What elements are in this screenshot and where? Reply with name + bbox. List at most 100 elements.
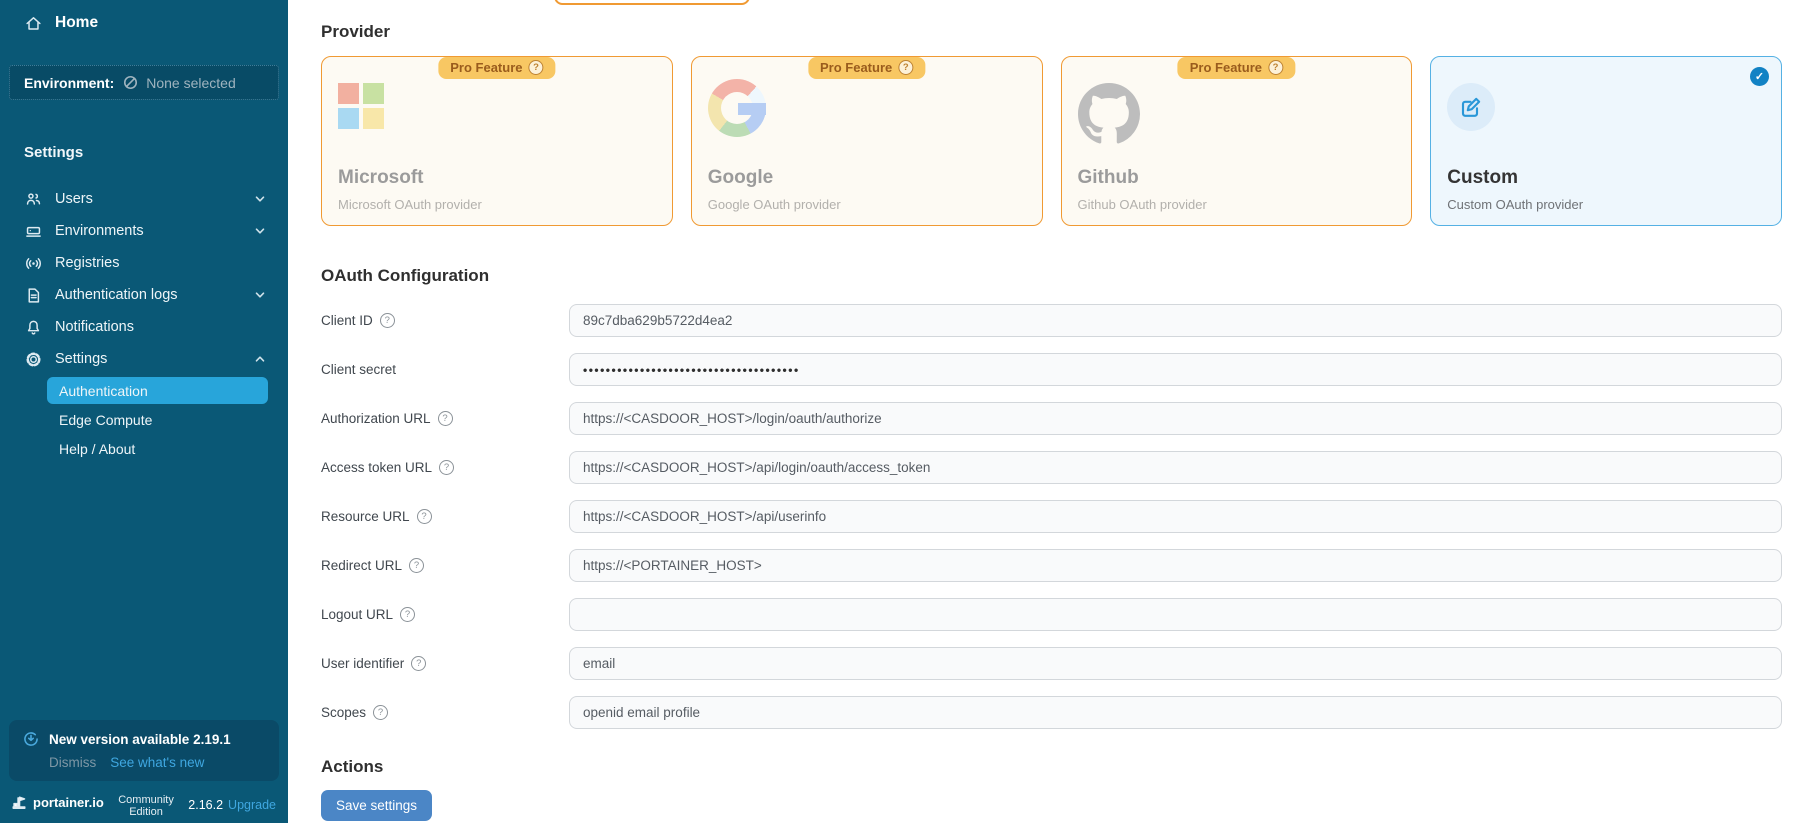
user-identifier-input[interactable] [569, 647, 1782, 680]
sidebar-item-label: Environments [55, 223, 241, 239]
bell-icon [24, 318, 42, 336]
pro-feature-badge: Pro Feature ? [1178, 57, 1295, 79]
sidebar-item-label: Users [55, 191, 241, 207]
help-icon[interactable]: ? [373, 705, 388, 720]
actions-heading: Actions [321, 757, 1782, 777]
sidebar-item-environments[interactable]: Environments [0, 215, 288, 247]
help-icon[interactable]: ? [411, 656, 426, 671]
help-icon[interactable]: ? [380, 313, 395, 328]
environment-value: None selected [146, 75, 236, 91]
form-row-authorization-url: Authorization URL ? [321, 402, 1782, 435]
brand[interactable]: portainer.io [10, 793, 104, 811]
help-icon[interactable]: ? [898, 60, 913, 75]
portainer-logo-icon [10, 793, 28, 811]
form-row-logout-url: Logout URL ? [321, 598, 1782, 631]
field-label: Client ID [321, 313, 373, 328]
client-id-input[interactable] [569, 304, 1782, 337]
help-icon[interactable]: ? [439, 460, 454, 475]
gear-icon [24, 350, 42, 368]
environment-selector[interactable]: Environment: None selected [9, 65, 279, 100]
form-row-access-token-url: Access token URL ? [321, 451, 1782, 484]
sidebar-home-label: Home [55, 14, 98, 32]
sidebar-item-label: Authentication logs [55, 287, 241, 303]
sidebar-item-users[interactable]: Users [0, 183, 288, 215]
sidebar-section-title: Settings [24, 144, 288, 161]
sidebar-item-home[interactable]: Home [0, 0, 288, 32]
custom-provider-icon [1447, 83, 1495, 131]
dismiss-link[interactable]: Dismiss [49, 755, 96, 770]
help-icon[interactable]: ? [400, 607, 415, 622]
form-row-client-secret: Client secret [321, 353, 1782, 386]
form-row-client-id: Client ID ? [321, 304, 1782, 337]
field-label: Resource URL [321, 509, 410, 524]
see-whats-new-link[interactable]: See what's new [110, 755, 204, 770]
provider-card-microsoft[interactable]: Pro Feature ? Microsoft Microsoft OAuth … [321, 56, 673, 226]
brand-label: portainer.io [33, 795, 104, 810]
chevron-up-icon [254, 353, 266, 365]
access-token-url-input[interactable] [569, 451, 1782, 484]
sidebar-item-label: Settings [55, 351, 241, 367]
sidebar-subitem-label: Help / About [59, 441, 135, 457]
provider-description: Google OAuth provider [708, 197, 841, 212]
document-icon [24, 286, 42, 304]
provider-name: Custom [1447, 167, 1518, 189]
field-label: Redirect URL [321, 558, 402, 573]
sidebar-nav: Users Environments Registries Authentica… [0, 183, 288, 464]
help-icon[interactable]: ? [409, 558, 424, 573]
resource-url-input[interactable] [569, 500, 1782, 533]
provider-card-google[interactable]: Pro Feature ? Google Google OAuth provid… [691, 56, 1043, 226]
form-row-redirect-url: Redirect URL ? [321, 549, 1782, 582]
provider-name: Github [1078, 167, 1139, 189]
sidebar-footer: portainer.io Community Edition 2.16.2 Up… [0, 793, 288, 823]
update-banner: New version available 2.19.1 Dismiss See… [9, 720, 279, 781]
sidebar-item-authentication[interactable]: Authentication [47, 377, 268, 404]
chevron-down-icon [254, 193, 266, 205]
logout-url-input[interactable] [569, 598, 1782, 631]
environments-icon [24, 222, 42, 240]
help-icon[interactable]: ? [1268, 60, 1283, 75]
field-label: Access token URL [321, 460, 432, 475]
redirect-url-input[interactable] [569, 549, 1782, 582]
sidebar-item-settings[interactable]: Settings [0, 343, 288, 375]
scopes-input[interactable] [569, 696, 1782, 729]
sidebar-item-notifications[interactable]: Notifications [0, 311, 288, 343]
provider-heading: Provider [321, 22, 1782, 42]
sidebar-item-edge-compute[interactable]: Edge Compute [47, 406, 268, 433]
sidebar-item-label: Notifications [55, 319, 266, 335]
provider-card-custom[interactable]: ✓ Custom Custom OAuth provider [1430, 56, 1782, 226]
pro-feature-badge: Pro Feature ? [438, 57, 555, 79]
save-settings-button[interactable]: Save settings [321, 790, 432, 821]
field-label: Authorization URL [321, 411, 431, 426]
field-label: Client secret [321, 362, 396, 377]
version-label: 2.16.2 [188, 798, 223, 812]
sidebar-item-authentication-logs[interactable]: Authentication logs [0, 279, 288, 311]
provider-description: Custom OAuth provider [1447, 197, 1583, 212]
environment-label: Environment: [24, 75, 114, 91]
github-logo-icon [1078, 83, 1396, 150]
form-row-scopes: Scopes ? [321, 696, 1782, 729]
help-icon[interactable]: ? [438, 411, 453, 426]
provider-card-github[interactable]: Pro Feature ? Github Github OAuth provid… [1061, 56, 1413, 226]
sidebar-subitem-label: Authentication [59, 383, 148, 399]
microsoft-logo-icon [338, 83, 384, 129]
provider-name: Google [708, 167, 773, 189]
upgrade-link[interactable]: Upgrade [228, 798, 276, 812]
help-icon[interactable]: ? [529, 60, 544, 75]
registries-icon [24, 254, 42, 272]
cutoff-pro-badge-box [554, 0, 750, 5]
edition-label: Community Edition [110, 794, 182, 818]
help-icon[interactable]: ? [417, 509, 432, 524]
form-row-resource-url: Resource URL ? [321, 500, 1782, 533]
oauth-configuration-heading: OAuth Configuration [321, 266, 1782, 286]
provider-cards: Pro Feature ? Microsoft Microsoft OAuth … [321, 56, 1782, 226]
client-secret-input[interactable] [569, 353, 1782, 386]
selected-check-icon: ✓ [1750, 67, 1769, 86]
sidebar-item-label: Registries [55, 255, 266, 271]
authorization-url-input[interactable] [569, 402, 1782, 435]
provider-description: Github OAuth provider [1078, 197, 1207, 212]
provider-name: Microsoft [338, 167, 424, 189]
sidebar-item-help-about[interactable]: Help / About [47, 435, 268, 462]
field-label: Logout URL [321, 607, 393, 622]
sidebar: Home Environment: None selected Settings… [0, 0, 288, 823]
sidebar-item-registries[interactable]: Registries [0, 247, 288, 279]
